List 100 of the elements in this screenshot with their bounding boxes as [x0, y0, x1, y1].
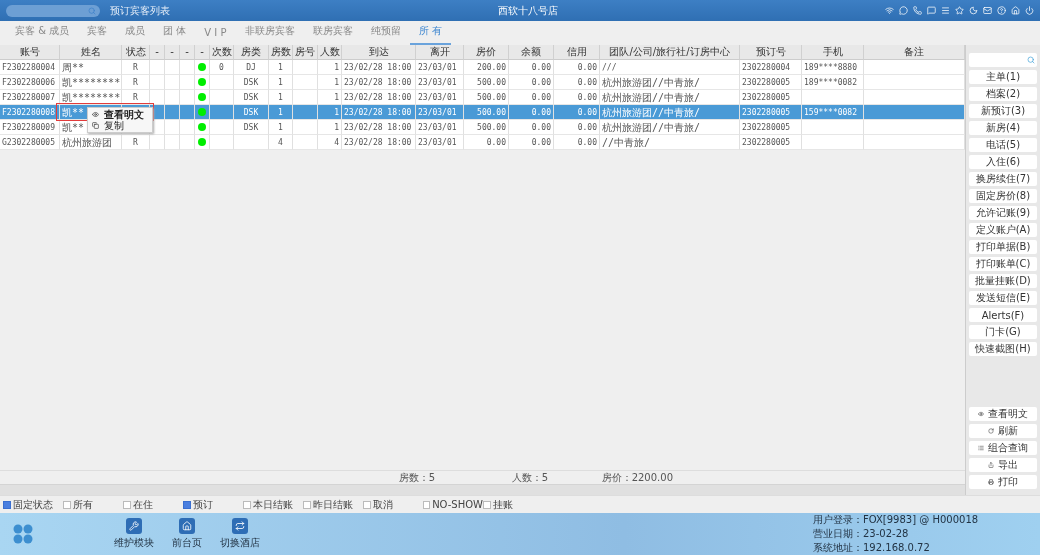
- table-cell: [802, 90, 864, 105]
- action-button[interactable]: 允许记账(9): [969, 206, 1037, 220]
- column-header[interactable]: 账号: [0, 45, 60, 60]
- action-button[interactable]: 定义账户(A): [969, 223, 1037, 237]
- filter-checkbox[interactable]: 在住: [123, 497, 183, 512]
- table-cell: [293, 75, 318, 90]
- table-cell: 2302280004: [740, 60, 802, 75]
- action-button[interactable]: 打印单据(B): [969, 240, 1037, 254]
- column-header[interactable]: 团队/公司/旅行社/订房中心: [600, 45, 740, 60]
- filter-checkbox[interactable]: 挂账: [483, 497, 543, 512]
- search-field[interactable]: [6, 4, 100, 17]
- table-cell: 1: [318, 75, 342, 90]
- column-header[interactable]: -: [165, 45, 180, 60]
- column-header[interactable]: 离开: [416, 45, 464, 60]
- column-header[interactable]: 余额: [509, 45, 554, 60]
- action-button[interactable]: 电话(5): [969, 138, 1037, 152]
- filter-checkbox[interactable]: 固定状态: [3, 497, 63, 512]
- phone-icon[interactable]: [913, 6, 922, 15]
- table-cell: 1: [318, 60, 342, 75]
- table-cell: 0.00: [509, 75, 554, 90]
- filter-checkbox[interactable]: 取消: [363, 497, 423, 512]
- star-icon[interactable]: [955, 6, 964, 15]
- action-button[interactable]: 档案(2): [969, 87, 1037, 101]
- mail-icon[interactable]: [983, 6, 992, 15]
- column-header[interactable]: 房价: [464, 45, 509, 60]
- action-button[interactable]: 新预订(3): [969, 104, 1037, 118]
- column-header[interactable]: 次数: [210, 45, 234, 60]
- table-cell: 0.00: [554, 120, 600, 135]
- filter-checkbox[interactable]: 本日结账: [243, 497, 303, 512]
- page-title: 预订宾客列表: [110, 3, 170, 18]
- menu-icon[interactable]: [941, 6, 950, 15]
- action-button[interactable]: 刷新: [969, 424, 1037, 438]
- table-cell: F2302280008: [0, 105, 60, 120]
- home-icon[interactable]: [179, 518, 195, 534]
- column-header[interactable]: 信用: [554, 45, 600, 60]
- column-header[interactable]: 到达: [342, 45, 416, 60]
- horizontal-scrollbar[interactable]: [0, 484, 965, 495]
- table-cell: 0: [210, 60, 234, 75]
- table-cell: 189****8880: [802, 60, 864, 75]
- help-icon[interactable]: [997, 6, 1006, 15]
- action-button[interactable]: 打印: [969, 475, 1037, 489]
- swap-icon[interactable]: [232, 518, 248, 534]
- column-header[interactable]: 房类: [234, 45, 269, 60]
- table-cell: 2302280005: [740, 105, 802, 120]
- home-icon[interactable]: [1011, 6, 1020, 15]
- moon-icon[interactable]: [969, 6, 978, 15]
- column-header[interactable]: -: [180, 45, 195, 60]
- table-cell: 1: [269, 60, 293, 75]
- wrench-icon[interactable]: [126, 518, 142, 534]
- action-button[interactable]: 门卡(G): [969, 325, 1037, 339]
- table-cell: [802, 120, 864, 135]
- action-button[interactable]: 换房续住(7): [969, 172, 1037, 186]
- action-button[interactable]: 主单(1): [969, 70, 1037, 84]
- action-button[interactable]: 发送短信(E): [969, 291, 1037, 305]
- table-cell: [150, 90, 165, 105]
- column-header[interactable]: 状态: [122, 45, 150, 60]
- action-button[interactable]: 批量挂账(D): [969, 274, 1037, 288]
- action-button[interactable]: Alerts(F): [969, 308, 1037, 322]
- column-header[interactable]: 预订号: [740, 45, 802, 60]
- table-cell: 凯********: [60, 75, 122, 90]
- message-icon[interactable]: [899, 6, 908, 15]
- summary-text: 房价：2200.00: [600, 470, 673, 485]
- module-label[interactable]: 维护模块: [114, 536, 154, 550]
- column-header[interactable]: -: [195, 45, 210, 60]
- action-button[interactable]: 入住(6): [969, 155, 1037, 169]
- action-button[interactable]: 快速截图(H): [969, 342, 1037, 356]
- table-cell: 159****0082: [802, 105, 864, 120]
- action-button[interactable]: 固定房价(8): [969, 189, 1037, 203]
- action-button[interactable]: 打印账单(C): [969, 257, 1037, 271]
- column-header[interactable]: 备注: [864, 45, 965, 60]
- table-cell: [150, 135, 165, 150]
- search-field[interactable]: [969, 53, 1037, 67]
- column-header[interactable]: 人数: [318, 45, 342, 60]
- column-header[interactable]: 房数: [269, 45, 293, 60]
- column-header[interactable]: -: [150, 45, 165, 60]
- chat-icon[interactable]: [927, 6, 936, 15]
- table-cell: [293, 90, 318, 105]
- column-header[interactable]: 姓名: [60, 45, 122, 60]
- table-cell: DJ: [234, 60, 269, 75]
- table-cell: 2302280005: [740, 90, 802, 105]
- module-label[interactable]: 切换酒店: [220, 536, 260, 550]
- table-cell: [150, 75, 165, 90]
- search-icon: [1027, 56, 1035, 64]
- table-cell: DSK: [234, 105, 269, 120]
- module-label[interactable]: 前台页: [172, 536, 202, 550]
- action-button[interactable]: 组合查询: [969, 441, 1037, 455]
- column-header[interactable]: 手机: [802, 45, 864, 60]
- power-icon[interactable]: [1025, 6, 1034, 15]
- action-button[interactable]: 导出: [969, 458, 1037, 472]
- wifi-icon[interactable]: [885, 6, 894, 15]
- column-header[interactable]: 房号: [293, 45, 318, 60]
- filter-checkbox[interactable]: NO-SHOW: [423, 499, 483, 510]
- filter-checkbox[interactable]: 所有: [63, 497, 123, 512]
- table-cell: [165, 105, 180, 120]
- action-button[interactable]: 新房(4): [969, 121, 1037, 135]
- table-cell: R: [122, 90, 150, 105]
- action-button[interactable]: 查看明文: [969, 407, 1037, 421]
- filter-checkbox[interactable]: 昨日结账: [303, 497, 363, 512]
- filter-checkbox[interactable]: 预订: [183, 497, 243, 512]
- table-cell: 500.00: [464, 105, 509, 120]
